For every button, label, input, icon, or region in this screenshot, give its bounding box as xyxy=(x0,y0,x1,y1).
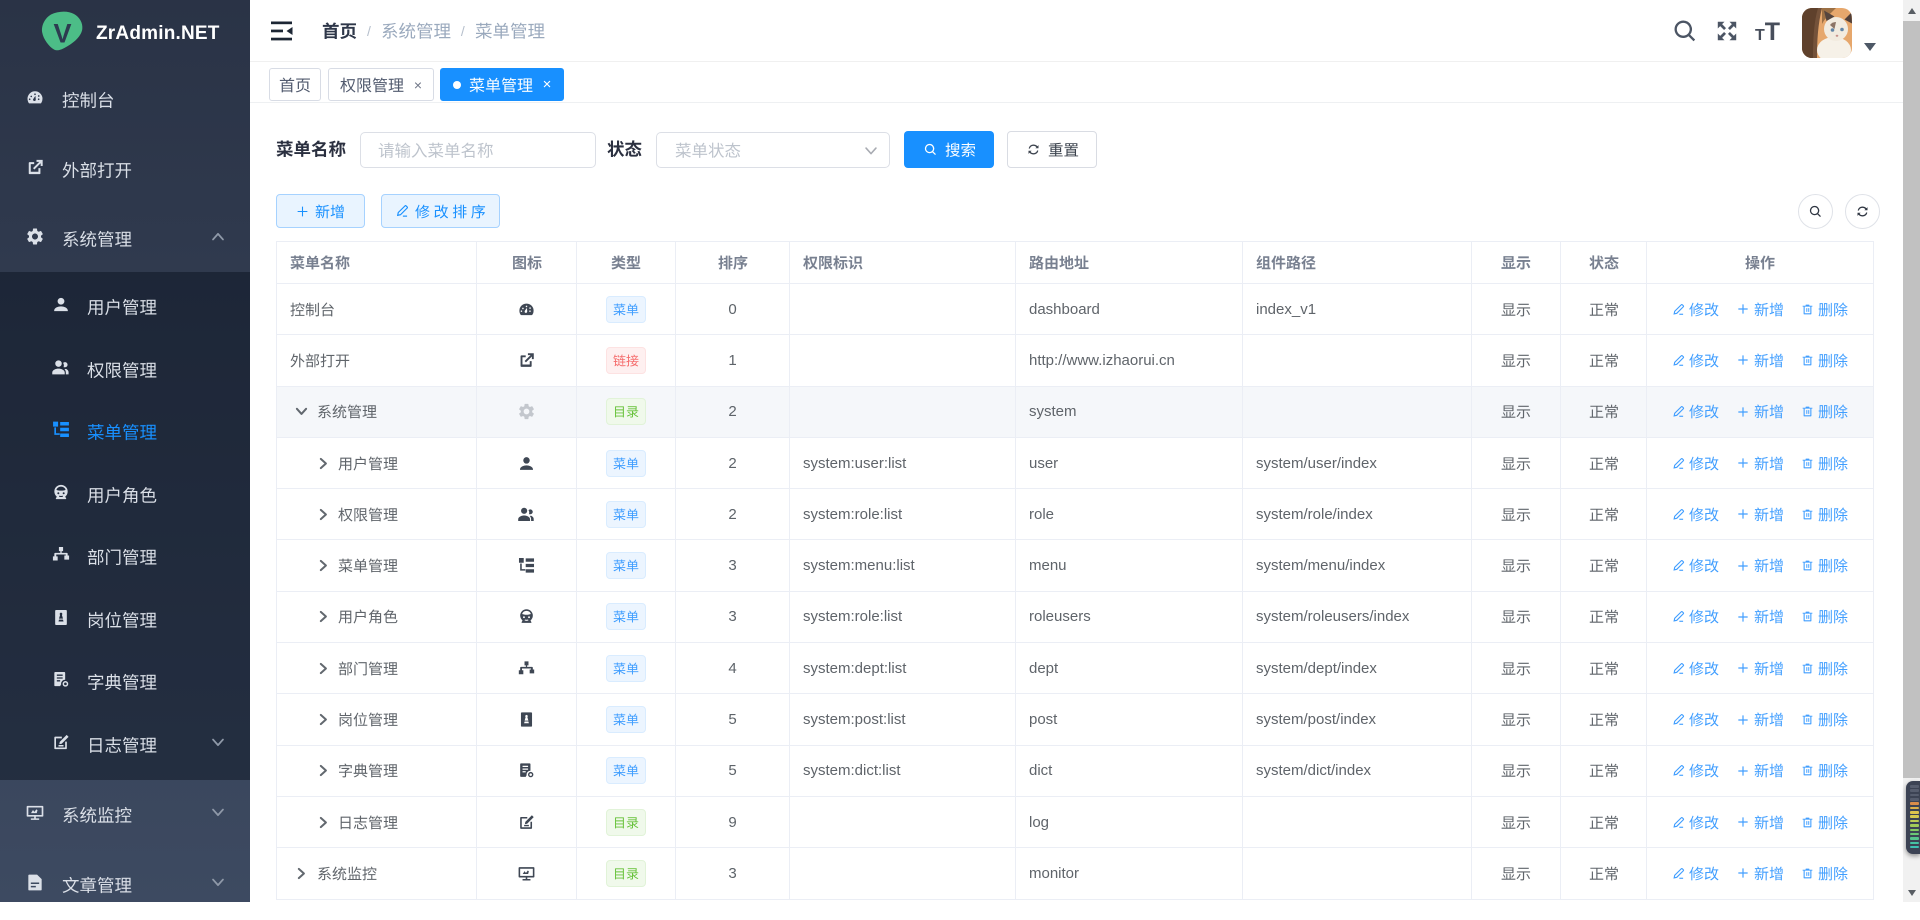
svg-text:V: V xyxy=(53,19,71,49)
